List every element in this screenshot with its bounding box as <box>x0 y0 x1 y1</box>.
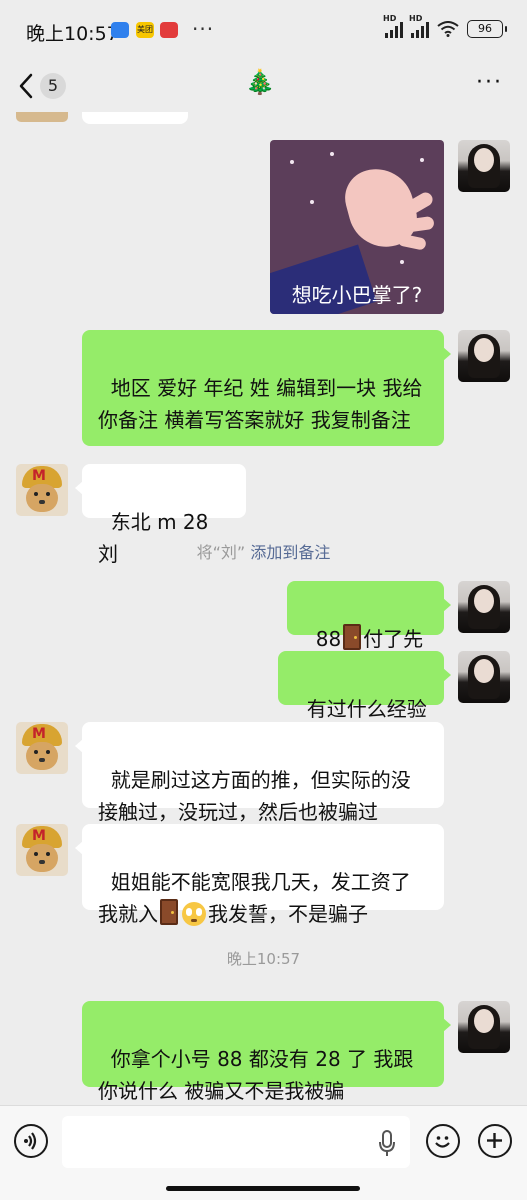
my-avatar[interactable] <box>458 140 510 192</box>
add-remark-link[interactable]: 添加到备注 <box>250 543 330 562</box>
sticker-message[interactable]: 想吃小巴掌了? <box>270 140 444 314</box>
status-more-icon: ··· <box>192 17 215 41</box>
status-bar: 晚上10:57 美团 ··· HD HD 96 <box>0 0 527 60</box>
my-avatar[interactable] <box>458 651 510 703</box>
door-emoji <box>160 899 178 925</box>
outgoing-message[interactable]: 有过什么经验 <box>278 651 451 721</box>
message-text: 就是刷过这方面的推，但实际的没接触过，没玩过，然后也被骗过 <box>98 768 411 824</box>
signal-icon-2: HD <box>409 14 429 38</box>
contact-avatar[interactable]: M <box>16 824 68 876</box>
contact-avatar[interactable]: M <box>16 464 68 516</box>
microphone-icon[interactable] <box>378 1130 396 1158</box>
chat-header: 5 🎄 ··· <box>0 60 527 112</box>
battery-icon: 96 <box>467 20 507 38</box>
message-text-line1: 姐姐能不能宽限我几天，发工资了 <box>110 870 411 894</box>
app-blue-icon <box>111 22 129 38</box>
message-text-line2-after: 我发誓，不是骗子 <box>208 902 368 926</box>
plus-icon[interactable] <box>478 1124 512 1158</box>
message-text-line2-before: 我就入 <box>98 902 158 926</box>
outgoing-message[interactable]: 你拿个小号 88 都没有 28 了 我跟你说什么 被骗又不是我被骗 <box>82 1001 451 1103</box>
previous-message-fragment <box>82 112 188 124</box>
signal-icon: HD <box>383 14 403 38</box>
emoji-icon[interactable] <box>426 1124 460 1158</box>
flushed-face-emoji <box>182 902 206 926</box>
app-red-icon <box>160 22 178 38</box>
unread-count-badge: 5 <box>40 73 66 99</box>
message-text-before: 88 <box>315 627 342 651</box>
incoming-message[interactable]: 就是刷过这方面的推，但实际的没接触过，没玩过，然后也被骗过 <box>75 722 444 824</box>
meituan-icon: 美团 <box>136 22 154 38</box>
chevron-left-icon <box>19 73 33 99</box>
my-avatar[interactable] <box>458 581 510 633</box>
chat-title: 🎄 <box>245 68 275 96</box>
system-note: 将“刘” 添加到备注 <box>0 539 527 563</box>
more-options-button[interactable]: ··· <box>476 70 503 95</box>
message-text: 地区 爱好 年纪 姓 编辑到一块 我给你备注 横着写答案就好 我复制备注 <box>98 376 423 432</box>
message-text: 你拿个小号 88 都没有 28 了 我跟你说什么 被骗又不是我被骗 <box>98 1047 414 1103</box>
incoming-message[interactable]: 东北 m 28 刘 <box>75 464 246 566</box>
sticker-caption: 想吃小巴掌了? <box>291 283 423 307</box>
message-text-after: 付了先 <box>363 627 424 651</box>
previous-avatar-fragment <box>16 112 68 122</box>
signal-hd-label-2: HD <box>409 14 423 23</box>
voice-icon[interactable] <box>14 1124 48 1158</box>
system-note-text: 将“刘” <box>196 543 246 562</box>
door-emoji <box>343 624 362 650</box>
signal-hd-label: HD <box>383 14 397 23</box>
outgoing-message[interactable]: 地区 爱好 年纪 姓 编辑到一块 我给你备注 横着写答案就好 我复制备注 <box>82 330 451 446</box>
outgoing-message[interactable]: 88 付了先 <box>287 581 451 651</box>
wifi-icon <box>437 21 459 37</box>
my-avatar[interactable] <box>458 1001 510 1053</box>
back-button[interactable]: 5 <box>18 68 68 104</box>
message-text: 有过什么经验 <box>306 697 427 721</box>
status-indicators: HD HD 96 <box>383 14 507 38</box>
message-timestamp: 晚上10:57 <box>226 950 301 968</box>
incoming-message[interactable]: 姐姐能不能宽限我几天，发工资了我就入 我发誓，不是骗子 <box>75 824 444 926</box>
status-time: 晚上10:57 <box>26 23 119 45</box>
contact-avatar[interactable]: M <box>16 722 68 774</box>
my-avatar[interactable] <box>458 330 510 382</box>
message-input[interactable] <box>62 1116 410 1168</box>
home-indicator[interactable] <box>166 1186 360 1191</box>
